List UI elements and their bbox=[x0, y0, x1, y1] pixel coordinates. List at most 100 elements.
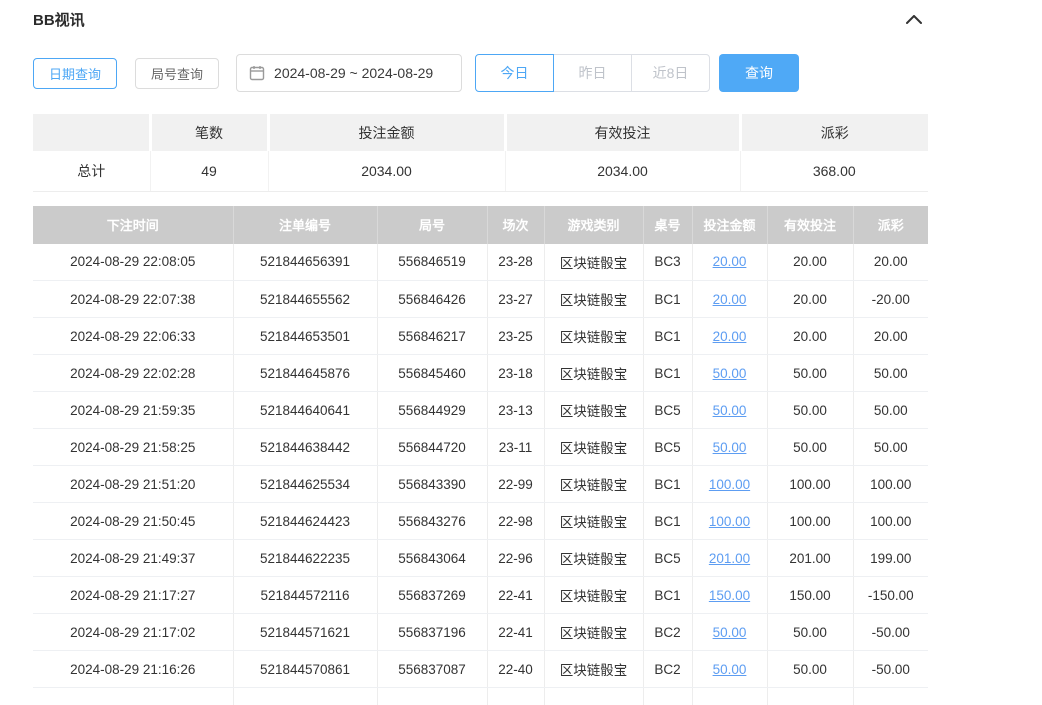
summary-header-row: 笔数 投注金额 有效投注 派彩 bbox=[33, 114, 928, 151]
table-row: 2024-08-29 21:50:45521844624423556843276… bbox=[33, 503, 928, 540]
table-row: 2024-08-29 22:08:05521844656391556846519… bbox=[33, 244, 928, 281]
cell-round_no: 556843276 bbox=[377, 503, 487, 540]
cell-payout: 100.00 bbox=[853, 503, 928, 540]
cell-bet_amount: 50.00 bbox=[692, 392, 767, 429]
cell-bet_amount: 50.00 bbox=[692, 651, 767, 688]
last-8-days-button[interactable]: 近8日 bbox=[631, 54, 710, 92]
cell-session: 23-13 bbox=[487, 392, 544, 429]
cell-order_no: 521844571621 bbox=[233, 614, 377, 651]
cell-table_no: BC1 bbox=[643, 503, 692, 540]
cell-round_no: 556844720 bbox=[377, 429, 487, 466]
column-header-game_type: 游戏类别 bbox=[544, 206, 643, 244]
cell-game_type: 区块链骰宝 bbox=[544, 355, 643, 392]
cell-session: 23-18 bbox=[487, 355, 544, 392]
cell-valid_bet: 100.00 bbox=[767, 466, 853, 503]
cell-table_no: BC1 bbox=[643, 355, 692, 392]
summary-table: 笔数 投注金额 有效投注 派彩 总计 49 2034.00 2034.00 36… bbox=[33, 114, 928, 192]
cell-table_no: BC1 bbox=[643, 281, 692, 318]
bet-amount-link[interactable]: 20.00 bbox=[713, 292, 747, 307]
cell-round_no: 556837087 bbox=[377, 651, 487, 688]
cell-time: 2024-08-29 22:06:33 bbox=[33, 318, 233, 355]
cell-bet_amount: 50.00 bbox=[692, 429, 767, 466]
cell-session: 22-98 bbox=[487, 503, 544, 540]
yesterday-button[interactable]: 昨日 bbox=[553, 54, 632, 92]
cell-payout: -150.00 bbox=[853, 577, 928, 614]
bet-amount-link[interactable]: 50.00 bbox=[713, 440, 747, 455]
cell-bet_amount: 100.00 bbox=[692, 466, 767, 503]
cell-time: 2024-08-29 21:17:02 bbox=[33, 614, 233, 651]
cell-order_no: 521844572116 bbox=[233, 577, 377, 614]
bet-amount-link[interactable]: 50.00 bbox=[713, 662, 747, 677]
cell-bet_amount: 150.00 bbox=[692, 577, 767, 614]
cell-table_no: BC2 bbox=[643, 651, 692, 688]
summary-header-blank bbox=[33, 114, 150, 151]
collapse-icon[interactable] bbox=[906, 15, 928, 24]
bet-amount-link[interactable]: 20.00 bbox=[713, 254, 747, 269]
bet-table-header-row: 下注时间注单编号局号场次游戏类别桌号投注金额有效投注派彩 bbox=[33, 206, 928, 244]
cell-game_type: 区块链骰宝 bbox=[544, 318, 643, 355]
date-range-picker[interactable]: 2024-08-29 ~ 2024-08-29 bbox=[236, 54, 462, 92]
cell-time: 2024-08-29 21:49:37 bbox=[33, 540, 233, 577]
today-button[interactable]: 今日 bbox=[475, 54, 554, 92]
cell-bet_amount: 100.00 bbox=[692, 503, 767, 540]
column-header-valid_bet: 有效投注 bbox=[767, 206, 853, 244]
cell-time: 2024-08-29 22:08:05 bbox=[33, 244, 233, 281]
bet-amount-link[interactable]: 201.00 bbox=[709, 551, 750, 566]
cell-bet_amount: 50.00 bbox=[692, 614, 767, 651]
bb-video-panel: BB视讯 日期查询 局号查询 2024-08-29 ~ 2024-08-29 今… bbox=[0, 0, 962, 705]
table-row: 2024-08-29 21:17:02521844571621556837196… bbox=[33, 614, 928, 651]
date-query-tab[interactable]: 日期查询 bbox=[33, 58, 117, 89]
round-query-tab[interactable]: 局号查询 bbox=[135, 58, 219, 89]
summary-header-payout: 派彩 bbox=[740, 114, 928, 151]
cell-valid_bet: 20.00 bbox=[767, 281, 853, 318]
bet-amount-link[interactable]: 50.00 bbox=[713, 366, 747, 381]
search-button[interactable]: 查询 bbox=[719, 54, 799, 92]
quick-range-group: 今日 昨日 近8日 bbox=[475, 54, 710, 92]
cell-bet_amount: 20.00 bbox=[692, 318, 767, 355]
cell-order_no: 521844622235 bbox=[233, 540, 377, 577]
bet-table-body: 2024-08-29 22:08:05521844656391556846519… bbox=[33, 244, 928, 705]
cell-time: 2024-08-29 21:59:35 bbox=[33, 392, 233, 429]
table-row: 2024-08-29 21:59:35521844640641556844929… bbox=[33, 392, 928, 429]
cell-time: 2024-08-29 22:02:28 bbox=[33, 355, 233, 392]
cell-time: 2024-08-29 22:07:38 bbox=[33, 281, 233, 318]
cell-time: 2024-08-29 21:16:26 bbox=[33, 651, 233, 688]
cell-time: 2024-08-29 21:50:45 bbox=[33, 503, 233, 540]
cell-table_no: BC5 bbox=[643, 540, 692, 577]
cell-order_no: 521844656391 bbox=[233, 244, 377, 281]
cell-valid_bet: 20.00 bbox=[767, 318, 853, 355]
bet-amount-link[interactable]: 150.00 bbox=[709, 588, 750, 603]
summary-total-count: 49 bbox=[150, 151, 268, 191]
cell-valid_bet: 50.00 bbox=[767, 429, 853, 466]
cell-game_type: 区块链骰宝 bbox=[544, 429, 643, 466]
cell-round_no: 556837269 bbox=[377, 577, 487, 614]
cell-round_no: 556843390 bbox=[377, 466, 487, 503]
summary-total-valid-bet: 2034.00 bbox=[505, 151, 740, 191]
column-header-round_no: 局号 bbox=[377, 206, 487, 244]
cell-order_no: 521844640641 bbox=[233, 392, 377, 429]
cell-payout: -50.00 bbox=[853, 651, 928, 688]
table-row: 2024-08-29 21:16:26521844570861556837087… bbox=[33, 651, 928, 688]
table-row: 2024-08-29 21:17:27521844572116556837269… bbox=[33, 577, 928, 614]
cell-valid_bet: 20.00 bbox=[767, 244, 853, 281]
cell-order_no: 521844625534 bbox=[233, 466, 377, 503]
cell-table_no: BC5 bbox=[643, 429, 692, 466]
cell-round_no: 556844929 bbox=[377, 392, 487, 429]
bet-amount-link[interactable]: 20.00 bbox=[713, 329, 747, 344]
cell-payout: -20.00 bbox=[853, 281, 928, 318]
bet-amount-link[interactable]: 100.00 bbox=[709, 514, 750, 529]
cell-game_type: 区块链骰宝 bbox=[544, 503, 643, 540]
summary-header-bet-amount: 投注金额 bbox=[268, 114, 505, 151]
cell-round_no: 556845460 bbox=[377, 355, 487, 392]
cell-order_no: 521844624423 bbox=[233, 503, 377, 540]
cell-valid_bet: 100.00 bbox=[767, 503, 853, 540]
cell-game_type: 区块链骰宝 bbox=[544, 540, 643, 577]
bet-table: 下注时间注单编号局号场次游戏类别桌号投注金额有效投注派彩 2024-08-29 … bbox=[33, 206, 928, 705]
cell-time: 2024-08-29 21:58:25 bbox=[33, 429, 233, 466]
table-row: 2024-08-29 22:07:38521844655562556846426… bbox=[33, 281, 928, 318]
bet-amount-link[interactable]: 100.00 bbox=[709, 477, 750, 492]
summary-total-payout: 368.00 bbox=[740, 151, 928, 191]
bet-amount-link[interactable]: 50.00 bbox=[713, 403, 747, 418]
cell-session: 22-41 bbox=[487, 577, 544, 614]
bet-amount-link[interactable]: 50.00 bbox=[713, 625, 747, 640]
